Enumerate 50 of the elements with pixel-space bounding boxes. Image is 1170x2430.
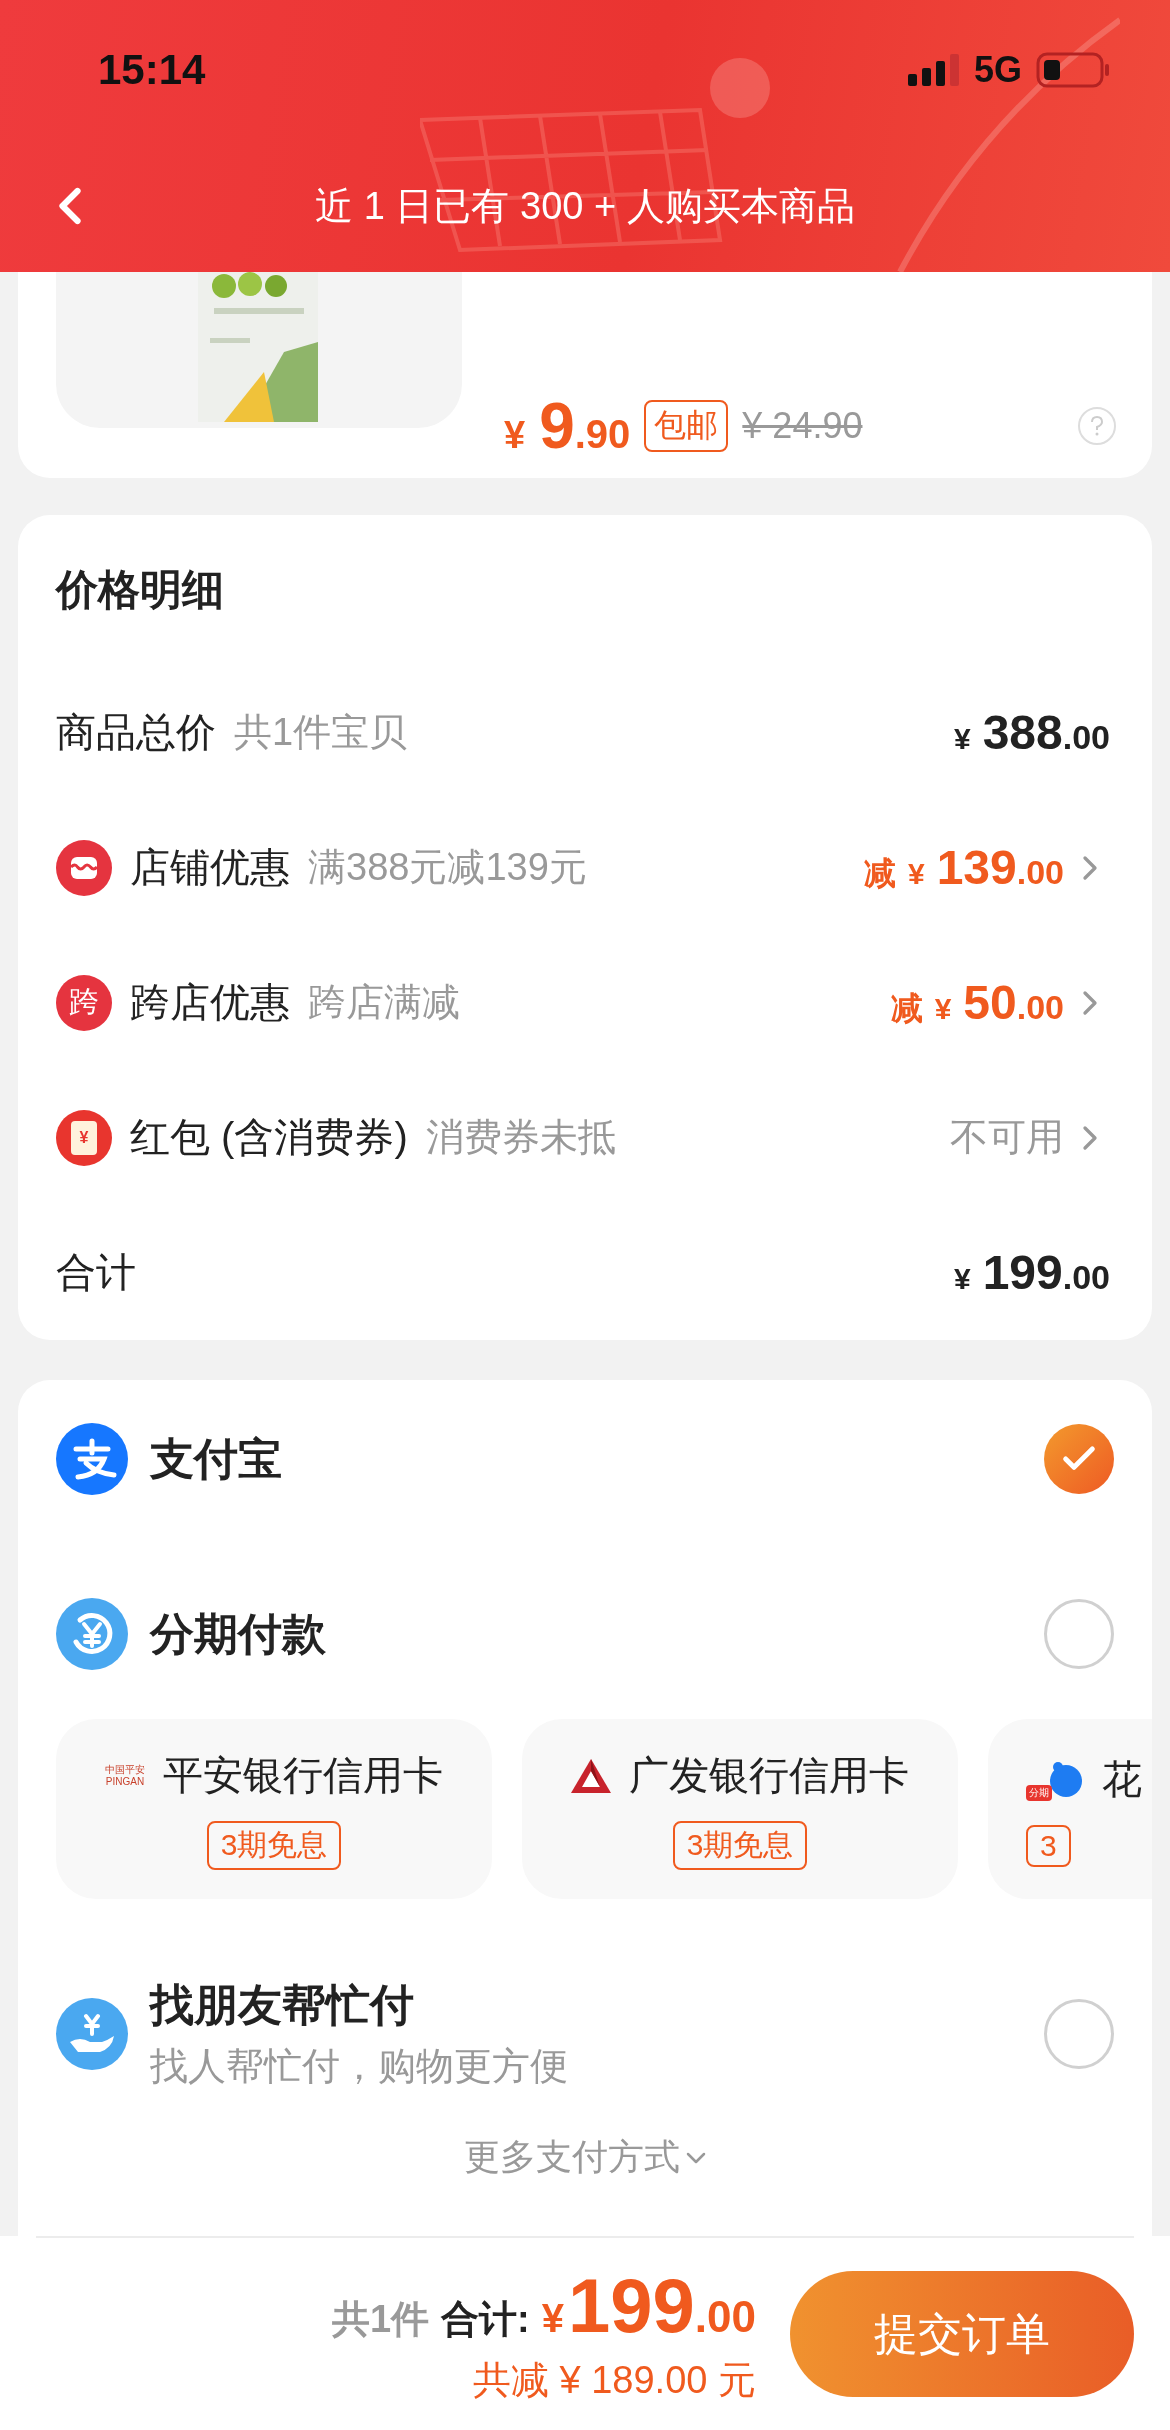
help-icon[interactable] (1078, 407, 1116, 445)
battery-icon (1036, 52, 1110, 88)
method-name: 找朋友帮忙付 (150, 1979, 415, 2031)
discount-amount: 减 ¥ 139.00 (863, 839, 1064, 896)
triangle-logo-icon (571, 1758, 611, 1793)
status-text: 不可用 (950, 1115, 1064, 1160)
signal-icon (907, 54, 960, 86)
bank-option-card[interactable]: 分期 花 3 (988, 1719, 1152, 1899)
item-count: 共1件 (331, 2297, 430, 2342)
method-subtitle: 找人帮忙付，购物更方便 (150, 2044, 568, 2089)
total-label: 合计: (441, 2297, 530, 2342)
alipay-icon (56, 1423, 128, 1495)
network-label: 5G (973, 49, 1022, 91)
product-price: ¥ 9.90 (504, 389, 631, 463)
header-title: 近 1 日已有 300 + 人购买本商品 (315, 183, 855, 229)
row-note: 满388元减139元 (308, 845, 587, 890)
savings-text: 共减 ¥ 189.00 元 (472, 2358, 756, 2403)
total-amount: ¥199.00 (541, 2262, 756, 2349)
method-name: 支付宝 (150, 1432, 282, 1485)
row-label: 红包 (含消费券) (130, 1114, 408, 1161)
bank-name: 花 (1102, 1755, 1142, 1803)
original-price: ¥ 24.90 (742, 405, 863, 447)
chevron-down-icon (686, 2151, 706, 2164)
bank-logo: 中国平安 PINGAN (105, 1764, 145, 1787)
price-amount: ¥ 199.00 (953, 1245, 1110, 1300)
row-note: 共1件宝贝 (234, 710, 408, 755)
row-note: 消费券未抵 (425, 1115, 616, 1160)
envelope-icon: ¥ (56, 1109, 112, 1166)
discount-amount: 减 ¥ 50.00 (890, 974, 1064, 1031)
bank-option-card[interactable]: 中国平安 PINGAN 平安银行信用卡 3期免息 (56, 1719, 492, 1899)
method-name: 分期付款 (150, 1607, 326, 1660)
interest-free-tag: 3期免息 (672, 1821, 808, 1870)
cross-store-icon: 跨 (56, 974, 112, 1031)
bank-name: 广发银行信用卡 (629, 1752, 909, 1799)
interest-free-tag: 3 (1026, 1824, 1071, 1867)
row-label: 跨店优惠 (130, 979, 290, 1026)
interest-free-tag: 3期免息 (206, 1821, 342, 1870)
card-title: 价格明细 (56, 565, 225, 615)
row-label: 合计 (56, 1249, 136, 1296)
row-label: 店铺优惠 (130, 844, 290, 891)
row-note: 跨店满减 (308, 980, 460, 1025)
bank-name: 平安银行信用卡 (163, 1752, 443, 1799)
price-amount: ¥ 388.00 (953, 705, 1110, 760)
status-time: 15:14 (98, 46, 206, 94)
hand-coin-icon (56, 1998, 128, 2070)
installment-icon (56, 1598, 128, 1670)
free-shipping-tag: 包邮 (644, 400, 729, 452)
row-label: 商品总价 (56, 709, 216, 756)
bank-option-card[interactable]: 广发银行信用卡 3期免息 (522, 1719, 958, 1899)
huabei-logo: 分期 (1026, 1757, 1084, 1801)
